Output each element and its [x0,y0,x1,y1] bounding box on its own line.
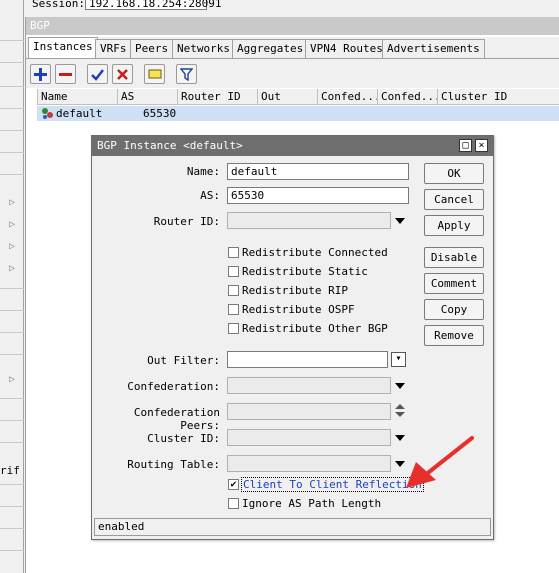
redistribute-other-bgp-label: Redistribute Other BGP [242,322,388,335]
confederation-input[interactable] [227,377,391,394]
name-input[interactable]: default [227,163,409,180]
submenu-arrow-icon[interactable]: ▷ [9,219,15,230]
session-bar: le Session: 192.168.18.254:28091 [0,0,559,12]
chevron-down-icon[interactable] [395,218,405,224]
confederation-peers-label: Confederation Peers: [133,406,220,432]
apply-button[interactable]: Apply [424,215,484,236]
confederation-peers-input[interactable] [227,403,391,420]
tab-vpn4-routes[interactable]: VPN4 Routes [305,39,388,58]
column-as[interactable]: AS [117,89,177,105]
cluster-id-label: Cluster ID: [147,432,220,445]
close-icon[interactable]: × [475,139,488,152]
redistribute-rip-label: Redistribute RIP [242,284,348,297]
tab-instances[interactable]: Instances [28,37,98,58]
row-as: 65530 [143,107,177,120]
submenu-arrow-icon[interactable]: ▷ [9,197,15,208]
client-to-client-reflection-label: Client To Client Reflection [241,477,424,492]
ok-button[interactable]: OK [424,163,484,184]
router-id-input[interactable] [227,212,391,229]
table-row[interactable]: default 65530 [37,106,559,121]
submenu-arrow-icon[interactable]: ▷ [9,263,15,274]
redistribute-ospf-checkbox[interactable] [228,304,239,315]
redistribute-static-checkbox[interactable] [228,266,239,277]
tab-peers[interactable]: Peers [130,39,174,58]
redistribute-static-label: Redistribute Static [242,265,368,278]
disable-button[interactable]: Disable [424,247,484,268]
routing-table-input[interactable] [227,455,391,472]
column-cluster-id[interactable]: Cluster ID [437,89,517,105]
annotation-arrow-icon [406,436,474,488]
confederation-label: Confederation: [127,380,220,393]
comment-button[interactable]: Comment [424,273,484,294]
table-header: Name AS Router ID Out Fi... Confed... Co… [37,89,559,118]
tab-aggregates[interactable]: Aggregates [232,39,309,58]
window-title: BGP [26,17,559,35]
enable-icon[interactable] [87,64,108,84]
maximize-icon[interactable]: □ [459,139,472,152]
stepper-up-icon[interactable] [395,404,405,409]
remove-button[interactable]: Remove [424,325,484,346]
column-name[interactable]: Name [37,89,117,105]
column-confederation[interactable]: Confed... [317,89,381,105]
redistribute-connected-checkbox[interactable] [228,247,239,258]
instance-icon [41,106,54,121]
routing-table-label: Routing Table: [127,458,220,471]
left-panel: ▷ ▷ ▷ ▷ ▷ rif [0,0,24,573]
cluster-id-input[interactable] [227,429,391,446]
out-filter-input[interactable] [227,351,388,368]
add-icon[interactable] [30,64,51,84]
name-label: Name: [186,165,220,178]
remove-icon[interactable] [55,64,76,84]
status-bar: enabled [94,518,491,536]
tab-networks[interactable]: Networks [172,39,235,58]
dropdown-toggle-icon[interactable]: ▾ [391,352,406,367]
toolbar [26,58,559,88]
session-field[interactable]: 192.168.18.254:28091 [85,0,221,10]
submenu-arrow-icon[interactable]: ▷ [9,241,15,252]
redistribute-ospf-label: Redistribute OSPF [242,303,355,316]
column-router-id[interactable]: Router ID [177,89,257,105]
tab-advertisements[interactable]: Advertisements [382,39,485,58]
as-input[interactable]: 65530 [227,187,409,204]
client-to-client-reflection-checkbox[interactable]: ✔ [228,479,239,490]
session-label: Session: [32,0,85,10]
ignore-as-path-length-label: Ignore AS Path Length [242,497,382,510]
column-out-filter[interactable]: Out Fi... [257,89,317,118]
redistribute-other-bgp-checkbox[interactable] [228,323,239,334]
redistribute-connected-label: Redistribute Connected [242,246,388,259]
chevron-down-icon[interactable] [395,383,405,389]
dialog-title-text: BGP Instance <default> [97,139,243,152]
filter-icon[interactable] [176,64,197,84]
comment-icon[interactable] [144,64,165,84]
row-name: default [56,107,103,120]
tab-vrfs[interactable]: VRFs [95,39,132,58]
disable-icon[interactable] [112,64,133,84]
submenu-arrow-icon[interactable]: ▷ [9,374,15,385]
redistribute-rip-checkbox[interactable] [228,285,239,296]
truncated-menu-text: rif [0,464,20,477]
ignore-as-path-length-checkbox[interactable] [228,498,239,509]
as-label: AS: [200,189,220,202]
cancel-button[interactable]: Cancel [424,189,484,210]
dialog-title: BGP Instance <default> □ × [92,136,493,156]
column-confederation-peers[interactable]: Confed... [377,89,441,105]
router-id-label: Router ID: [153,215,220,228]
tab-bar: Instances VRFs Peers Networks Aggregates… [26,37,559,58]
out-filter-label: Out Filter: [147,354,220,367]
copy-button[interactable]: Copy [424,299,484,320]
stepper-down-icon[interactable] [395,412,405,417]
